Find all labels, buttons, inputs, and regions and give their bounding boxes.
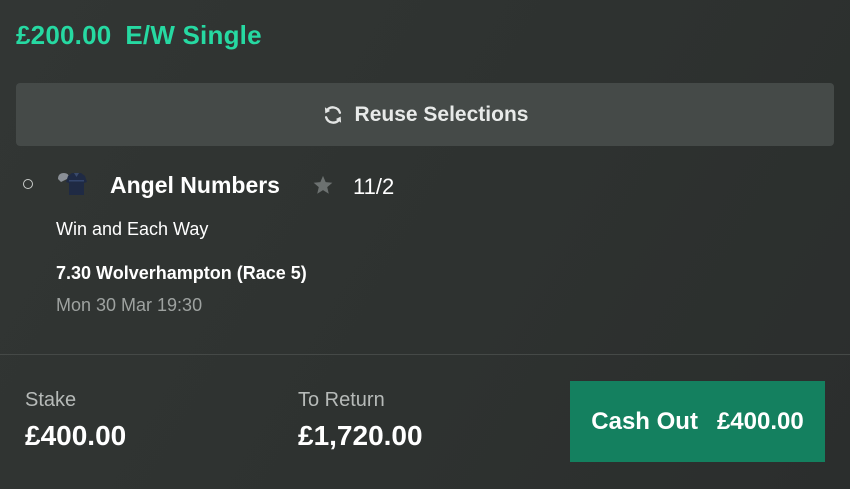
cash-out-button[interactable]: Cash Out £400.00 <box>570 381 825 462</box>
status-circle-icon <box>23 179 33 189</box>
bet-type: E/W Single <box>125 20 262 50</box>
cash-out-label: Cash Out <box>591 407 698 435</box>
bet-header: £200.00 E/W Single <box>16 20 262 51</box>
selection-odds: 11/2 <box>353 174 395 199</box>
star-icon[interactable] <box>312 174 334 196</box>
cash-out-value: £400.00 <box>716 407 804 435</box>
market-name: Win and Each Way <box>56 219 209 239</box>
stake-value: £400.00 <box>25 420 127 451</box>
refresh-icon <box>322 104 344 126</box>
event-name: 7.30 Wolverhampton (Race 5) <box>56 263 307 283</box>
return-value: £1,720.00 <box>298 420 423 451</box>
jockey-silks-icon <box>55 170 93 196</box>
event-time: Mon 30 Mar 19:30 <box>56 295 203 315</box>
horse-name: Angel Numbers <box>110 172 280 198</box>
return-label: To Return <box>298 389 385 411</box>
stake-label: Stake <box>25 389 77 411</box>
reuse-selections-label: Reuse Selections <box>354 102 529 126</box>
reuse-selections-button[interactable]: Reuse Selections <box>16 83 834 146</box>
bet-amount: £200.00 <box>16 20 112 50</box>
divider <box>0 354 850 355</box>
